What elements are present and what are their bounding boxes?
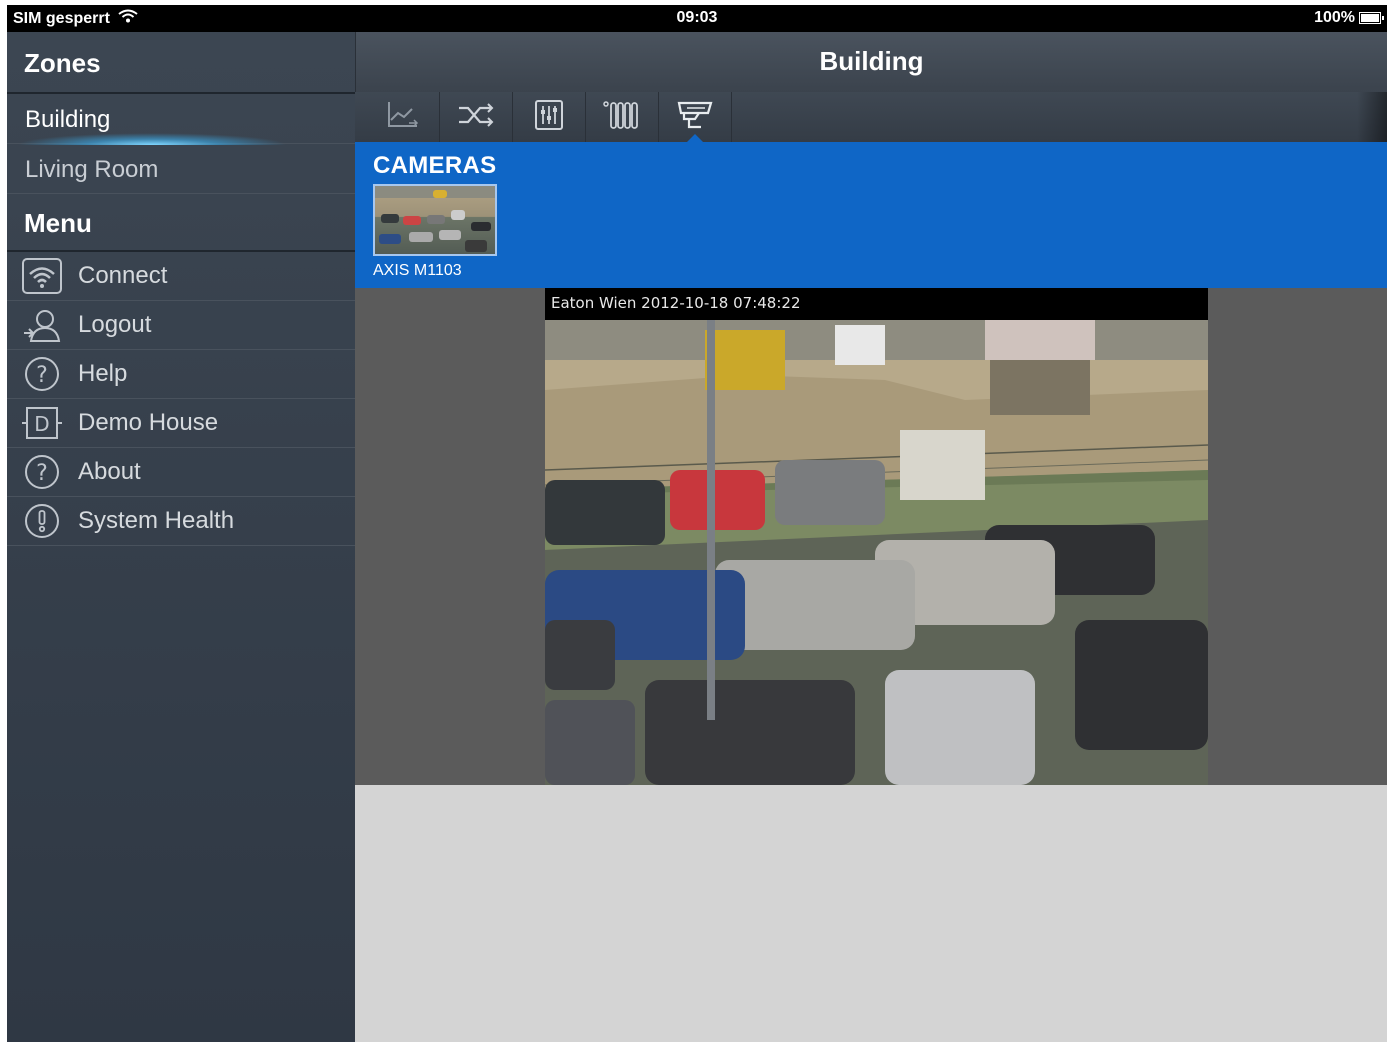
tab-scenes[interactable] [440,92,513,142]
tab-cameras[interactable] [659,92,732,142]
menu-item-system-health[interactable]: System Health [7,497,355,546]
clock: 09:03 [676,9,718,26]
menu-header: Menu [7,194,355,252]
svg-text:?: ? [36,363,48,388]
camera-icon [675,98,715,137]
svg-text:D: D [34,412,49,436]
menu-item-label: System Health [78,507,235,534]
category-toolbar [355,92,1387,142]
page-title: Building [355,32,1387,92]
heater-icon [602,98,642,137]
question-circle-icon: ? [19,354,65,394]
tab-charts[interactable] [367,92,440,142]
zone-label: Building [25,106,111,133]
svg-text:?: ? [36,461,48,486]
menu-item-about[interactable]: ? About [7,448,355,497]
chart-icon [383,98,423,137]
camera-image [545,320,1208,785]
sliders-icon [529,98,569,137]
camera-feed[interactable]: Eaton Wien 2012-10-18 07:48:22 [545,288,1208,785]
zone-item-building[interactable]: Building [7,94,355,145]
menu-item-label: Help [78,360,128,387]
logout-user-icon [19,305,65,345]
zones-header: Zones [7,32,355,94]
zone-item-living-room[interactable]: Living Room [7,144,355,194]
menu-item-label: Demo House [78,409,219,436]
battery-percent: 100% [1314,9,1355,26]
menu-item-connect[interactable]: Connect [7,252,355,301]
menu-item-label: Connect [78,262,168,289]
menu-item-demo-house[interactable]: D Demo House [7,399,355,448]
menu-item-label: Logout [78,311,152,338]
demo-house-icon: D [19,403,65,443]
menu-item-logout[interactable]: Logout [7,301,355,350]
toolbar-scroll-shade [1357,92,1387,142]
camera-thumbnail[interactable] [373,184,497,256]
shuffle-icon [456,98,496,137]
status-bar: SIM gesperrt 09:03 100% [7,5,1387,32]
cameras-title: CAMERAS [373,152,497,179]
camera-viewer: Eaton Wien 2012-10-18 07:48:22 [355,288,1387,785]
menu-item-label: About [78,458,141,485]
battery-icon [1359,12,1384,24]
question-circle-icon: ? [19,452,65,492]
zone-label: Living Room [25,156,159,183]
sidebar: Zones Building Living Room Menu Connect … [7,32,355,1042]
wifi-icon [19,256,65,296]
tab-heating[interactable] [586,92,659,142]
camera-name: AXIS M1103 [373,262,462,279]
exclamation-circle-icon [19,501,65,541]
cameras-panel: CAMERAS AXIS M1103 [355,142,1387,288]
feed-timestamp: Eaton Wien 2012-10-18 07:48:22 [545,288,1208,320]
menu-item-help[interactable]: ? Help [7,350,355,399]
main-content: Building CAMERAS AXIS M1103 Eaton Wien 2… [355,32,1387,1042]
tab-controls[interactable] [513,92,586,142]
